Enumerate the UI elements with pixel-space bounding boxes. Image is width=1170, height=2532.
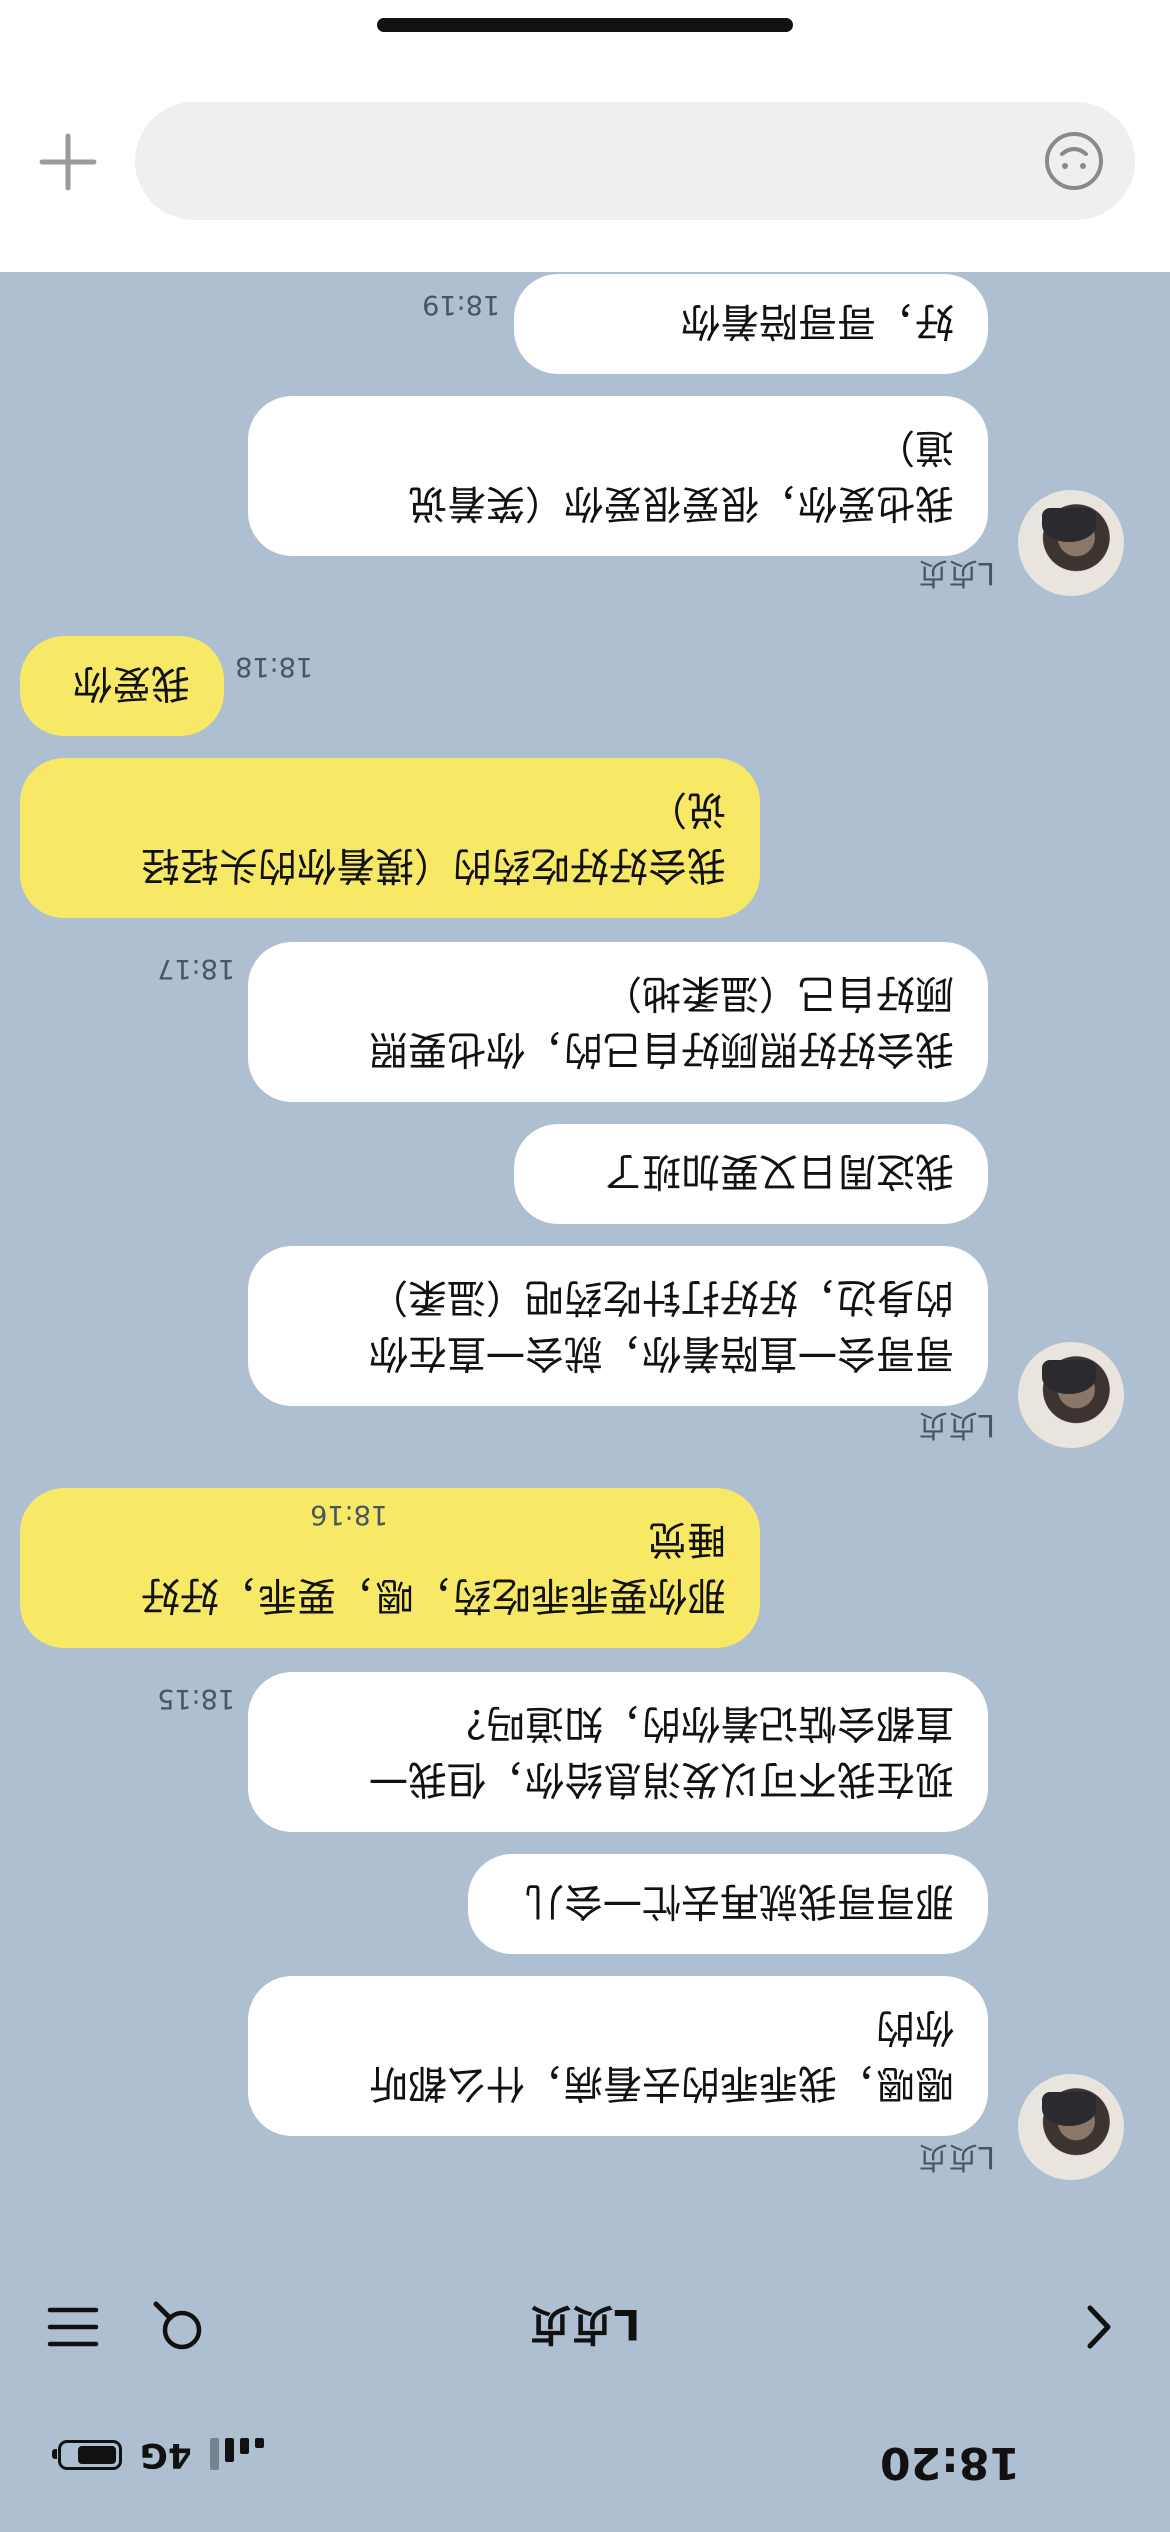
message-bubble[interactable]: 好，哥哥陪着你 <box>514 274 988 374</box>
message-bubble[interactable]: 我会好好照顾好自己的，你也要照 顾好自己（温柔地） <box>248 942 988 1102</box>
status-time: 18:20 <box>879 2437 1021 2488</box>
chat-title: L贞贞 <box>529 2300 641 2349</box>
search-icon[interactable] <box>150 2298 206 2354</box>
menu-icon[interactable] <box>46 2302 100 2352</box>
battery-icon <box>58 2440 122 2470</box>
message-bubble[interactable]: 我会好好吃药的（摸着你的头轻轻 说） <box>20 758 760 918</box>
message-bubble[interactable]: 我爱你 <box>20 636 224 736</box>
message-input[interactable] <box>135 102 1135 220</box>
message-time: 18:17 <box>157 953 235 984</box>
message-bubble[interactable]: 嗯嗯，我乖乖的去看病，什么都听 你的 <box>248 1976 988 2136</box>
message-bubble[interactable]: 哥哥会一直陪着你，就会一直在你 的身边，好好打针吃药吧（温柔） <box>248 1246 988 1406</box>
input-bar <box>0 0 1170 272</box>
sender-name: L贞贞 <box>918 1407 995 1442</box>
chat-header: L贞贞 <box>0 2272 1170 2382</box>
home-indicator <box>377 18 793 32</box>
message-bubble[interactable]: 现在我不可以发消息给你，但我一 直都会惦记着你的，知道吗？ <box>248 1672 988 1832</box>
message-bubble[interactable]: 那你要乖乖吃药，嗯，要乖，好好 睡觉 <box>20 1488 760 1648</box>
back-icon[interactable] <box>1072 2302 1122 2352</box>
message-time: 18:18 <box>235 651 313 682</box>
avatar[interactable] <box>1018 490 1124 596</box>
status-bar: 18:20 4G <box>0 2382 1170 2532</box>
message-time: 18:15 <box>157 1683 235 1714</box>
sender-name: L贞贞 <box>918 2139 995 2174</box>
plus-icon[interactable] <box>38 132 98 192</box>
message-time: 18:16 <box>310 1499 388 1530</box>
message-bubble[interactable]: 那哥哥我就再去忙一会儿 <box>468 1854 988 1954</box>
message-bubble[interactable]: 我也爱你，很爱很爱你（笑着说 道） <box>248 396 988 556</box>
signal-icon <box>209 2438 264 2472</box>
avatar[interactable] <box>1018 2074 1124 2180</box>
status-indicators: 4G <box>58 2430 264 2480</box>
message-time: 18:19 <box>422 289 500 320</box>
network-label: 4G <box>140 2435 192 2475</box>
message-list[interactable]: L贞贞 嗯嗯，我乖乖的去看病，什么都听 你的 那哥哥我就再去忙一会儿 现在我不可… <box>0 272 1170 2272</box>
chat-screen: 18:20 4G L贞贞 L贞贞 嗯嗯，我乖乖的去看病，什么都听 你的 那哥哥我… <box>0 0 1170 2532</box>
message-bubble[interactable]: 我这周日又要加班了 <box>514 1124 988 1224</box>
emoji-icon[interactable] <box>1043 130 1105 192</box>
avatar[interactable] <box>1018 1342 1124 1448</box>
sender-name: L贞贞 <box>918 555 995 590</box>
